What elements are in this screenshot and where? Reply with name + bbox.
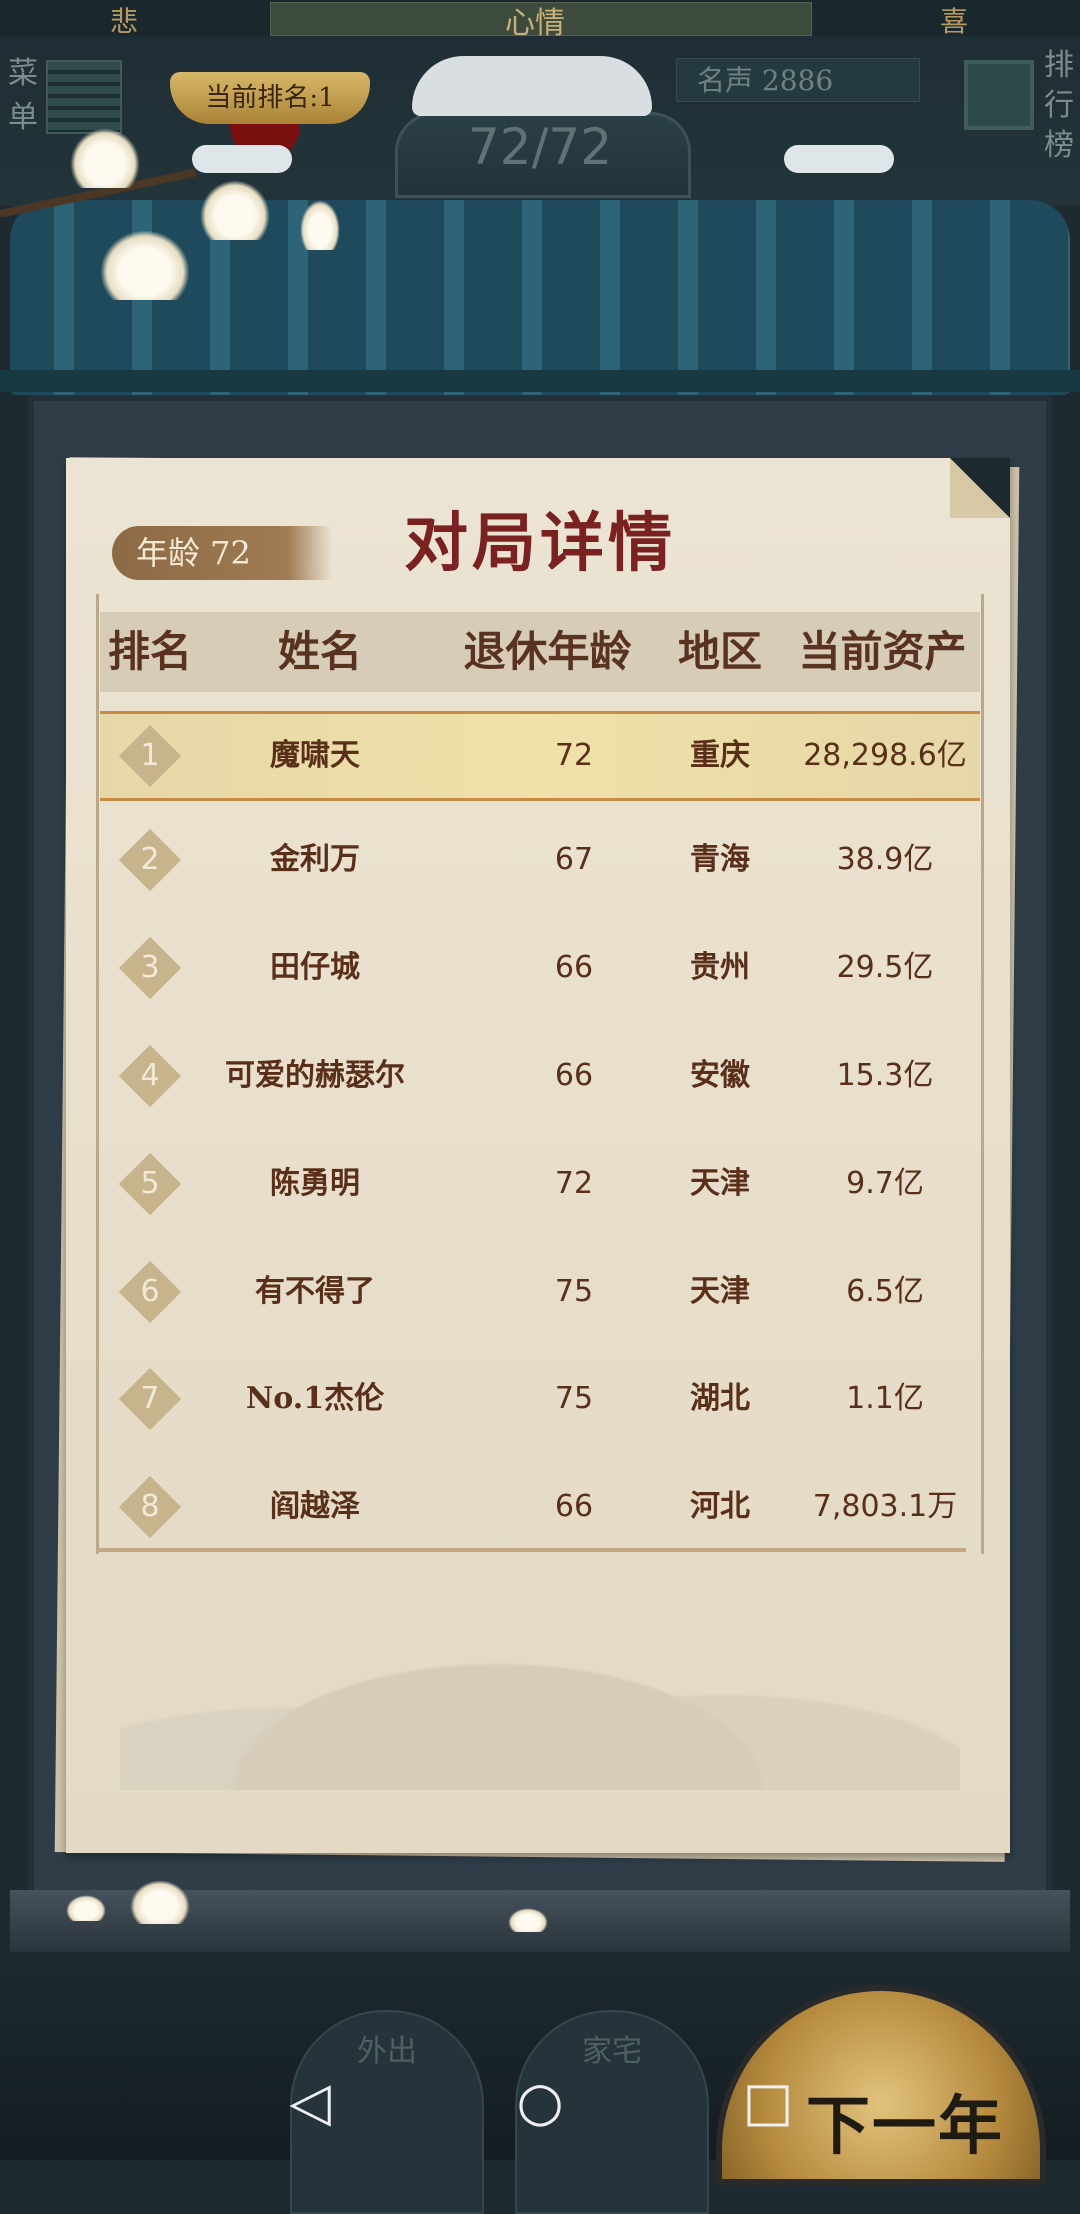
region: 贵州	[690, 950, 750, 985]
recents-square-icon[interactable]: □	[738, 2072, 798, 2132]
home-circle-icon[interactable]: ○	[510, 2072, 570, 2132]
current-assets: 29.5亿	[836, 950, 934, 985]
current-assets: 28,298.6亿	[803, 738, 967, 773]
rank-number: 2	[140, 842, 160, 877]
current-assets: 7,803.1万	[812, 1489, 958, 1524]
ink-mountains-decoration	[120, 1570, 960, 1790]
region: 重庆	[690, 738, 750, 773]
rank-number: 8	[140, 1489, 160, 1524]
rank-number: 7	[140, 1381, 160, 1416]
column-header-region: 地区	[677, 627, 762, 676]
player-name: 金利万	[270, 842, 360, 877]
region: 安徽	[690, 1058, 750, 1093]
region: 天津	[690, 1274, 750, 1309]
fame-display: 名声 2886	[676, 58, 920, 102]
region: 青海	[690, 842, 750, 877]
table-row[interactable]: 6 有不得了 75 天津 6.5亿	[100, 1250, 980, 1334]
retire-age: 75	[554, 1381, 594, 1416]
snow-decoration	[412, 56, 652, 116]
player-name: 魔啸天	[270, 738, 360, 773]
table-row[interactable]: 7 No.1杰伦 75 湖北 1.1亿	[100, 1357, 980, 1441]
table-row[interactable]: 4 可爱的赫瑟尔 66 安徽 15.3亿	[100, 1034, 980, 1118]
player-name: No.1杰伦	[245, 1381, 385, 1416]
region: 湖北	[690, 1381, 750, 1416]
retire-age: 72	[554, 1166, 594, 1201]
column-header-retire-age: 退休年龄	[463, 627, 632, 676]
retire-age: 67	[554, 842, 594, 877]
rank-number: 3	[140, 950, 160, 985]
column-header-assets: 当前资产	[798, 627, 967, 676]
mood-bar: 悲 心情 喜	[0, 0, 1080, 41]
magnolia-blossom-icon	[200, 180, 270, 240]
current-assets: 15.3亿	[836, 1058, 934, 1093]
column-header-name: 姓名	[277, 627, 362, 676]
current-assets: 38.9亿	[836, 842, 934, 877]
petal-icon	[508, 1908, 548, 1932]
back-triangle-icon[interactable]: ◁	[280, 2072, 340, 2132]
table-row[interactable]: 3 田仔城 66 贵州 29.5亿	[100, 926, 980, 1010]
age-counter: 72/72	[467, 118, 613, 176]
table-row[interactable]: 1 魔啸天 72 重庆 28,298.6亿	[100, 711, 980, 801]
rank-number: 5	[140, 1166, 160, 1201]
table-row[interactable]: 8 阎越泽 66 河北 7,803.1万	[100, 1465, 980, 1549]
table-bottom-rule	[96, 1548, 966, 1552]
retire-age: 66	[554, 1489, 594, 1524]
current-rank-badge: 当前排名:1	[170, 72, 370, 124]
region: 天津	[690, 1166, 750, 1201]
snow-decoration-left	[192, 145, 292, 173]
magnolia-bud-icon	[300, 200, 340, 250]
current-assets: 6.5亿	[846, 1274, 924, 1309]
region: 河北	[690, 1489, 750, 1524]
magnolia-blossom-icon	[70, 128, 140, 188]
current-assets: 1.1亿	[846, 1381, 924, 1416]
retire-age: 72	[554, 738, 594, 773]
player-name: 田仔城	[270, 950, 360, 985]
menu-button-label[interactable]: 菜单	[8, 52, 38, 140]
table-row[interactable]: 5 陈勇明 72 天津 9.7亿	[100, 1142, 980, 1226]
rank-number: 4	[140, 1058, 160, 1093]
ranking-icon[interactable]	[964, 60, 1034, 130]
retire-age: 66	[554, 950, 594, 985]
current-assets: 9.7亿	[846, 1166, 924, 1201]
retire-age: 66	[554, 1058, 594, 1093]
retire-age: 75	[554, 1274, 594, 1309]
menu-icon[interactable]	[46, 60, 122, 134]
roof-edge	[0, 370, 1080, 392]
rank-number: 6	[140, 1274, 160, 1309]
mood-sad-label: 悲	[110, 5, 139, 38]
player-name: 陈勇明	[270, 1166, 360, 1201]
mood-happy-label: 喜	[940, 5, 969, 38]
magnolia-blossom-icon	[100, 230, 190, 300]
player-name: 有不得了	[255, 1274, 375, 1309]
table-row[interactable]: 2 金利万 67 青海 38.9亿	[100, 818, 980, 902]
column-header-rank: 排名	[107, 627, 192, 676]
rank-number: 1	[140, 738, 160, 773]
player-name: 阎越泽	[270, 1489, 360, 1524]
petal-icon	[66, 1895, 106, 1921]
player-name: 可爱的赫瑟尔	[225, 1058, 405, 1093]
age-tag: 年龄 72	[112, 526, 332, 580]
ranking-button-label[interactable]: 排行榜	[1044, 46, 1074, 166]
snow-decoration-right	[784, 145, 894, 173]
petal-icon	[130, 1880, 190, 1924]
